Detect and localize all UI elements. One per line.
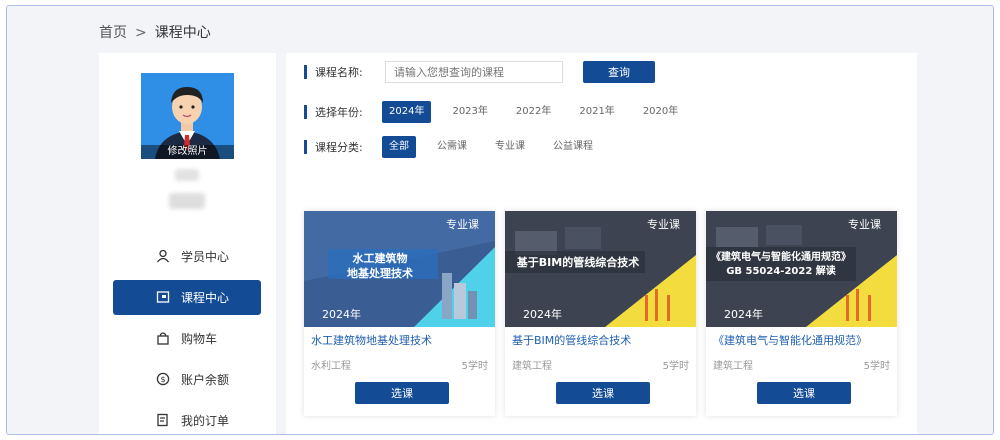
year-option-2020[interactable]: 2020年 [636,101,685,123]
page-frame: 首页 > 课程中心 修改照片 学员中心 课程中心 购物车 $ 账户余额 我的订单… [6,5,994,435]
sidebar-item-label: 我的订单 [181,414,230,428]
course-meta: 建筑工程 5学时 [512,357,689,372]
course-card-list: 专业课 水工建筑物 地基处理技术 2024年 水工建筑物地基处理技术 水利工程 … [304,211,907,416]
breadcrumb-current: 课程中心 [154,25,211,41]
cover-title: 《建筑电气与智能化通用规范》 GB 55024-2022 解读 [711,252,851,277]
course-year: 2024年 [322,308,361,321]
course-category: 建筑工程 [512,361,552,372]
sidebar-item-orders[interactable]: 我的订单 [113,403,261,434]
course-title[interactable]: 水工建筑物地基处理技术 [311,332,432,348]
svg-text:$: $ [160,375,165,384]
order-icon [157,413,168,427]
year-option-2021[interactable]: 2021年 [572,101,621,123]
category-option-all[interactable]: 全部 [382,136,416,158]
course-card[interactable]: 专业课 基于BIM的管线综合技术 2024年 基于BIM的管线综合技术 建筑工程… [505,211,696,416]
category-option-professional[interactable]: 专业课 [488,136,532,158]
user-icon [156,249,170,263]
balance-icon: $ [156,372,170,386]
course-meta: 建筑工程 5学时 [713,357,890,372]
year-filter-row: 选择年份: 2024年 2023年 2022年 2021年 2020年 [304,101,699,123]
course-icon [156,291,170,303]
course-title[interactable]: 《建筑电气与智能化通用规范》 [713,332,867,348]
sidebar-item-label: 学员中心 [181,250,230,264]
blurred-username [175,169,199,181]
course-hours: 5学时 [662,361,689,372]
edit-photo-label[interactable]: 修改照片 [141,145,234,159]
course-year: 2024年 [523,308,562,321]
cart-icon [157,332,169,345]
search-row: 课程名称: 查询 [304,61,655,83]
sidebar: 修改照片 学员中心 课程中心 购物车 $ 账户余额 我的订单 [99,53,276,434]
select-course-button[interactable]: 选课 [757,382,851,404]
course-hours: 5学时 [863,361,890,372]
breadcrumb-home[interactable]: 首页 [99,25,127,41]
course-year: 2024年 [724,308,763,321]
year-option-2023[interactable]: 2023年 [445,101,494,123]
category-filter-row: 课程分类: 全部 公需课 专业课 公益课程 [304,136,614,158]
sidebar-item-balance[interactable]: $ 账户余额 [113,362,261,397]
course-search-input[interactable] [385,61,563,83]
sidebar-item-label: 购物车 [181,332,218,346]
course-card[interactable]: 专业课 水工建筑物 地基处理技术 2024年 水工建筑物地基处理技术 水利工程 … [304,211,495,416]
course-hours: 5学时 [461,361,488,372]
course-category: 建筑工程 [713,361,753,372]
year-option-2024[interactable]: 2024年 [382,101,432,123]
cover-title: 基于BIM的管线综合技术 [516,256,640,269]
category-options: 全部 公需课 专业课 公益课程 [382,136,614,158]
course-title[interactable]: 基于BIM的管线综合技术 [512,332,631,348]
sidebar-item-label: 账户余额 [181,373,230,387]
year-options: 2024年 2023年 2022年 2021年 2020年 [382,101,699,123]
select-course-button[interactable]: 选课 [355,382,449,404]
course-card[interactable]: 专业课 《建筑电气与智能化通用规范》 GB 55024-2022 解读 2024… [706,211,897,416]
course-cover[interactable]: 专业课 水工建筑物 地基处理技术 2024年 [304,211,495,327]
label-accent-bar [304,65,307,79]
breadcrumb-separator: > [135,25,147,41]
blurred-user-info [169,193,205,209]
search-button[interactable]: 查询 [583,61,655,83]
course-tag: 专业课 [848,218,881,231]
sidebar-item-student-center[interactable]: 学员中心 [113,239,261,274]
breadcrumb: 首页 > 课程中心 [99,22,211,42]
course-tag: 专业课 [446,218,479,231]
category-filter-label: 课程分类: [315,141,363,154]
sidebar-item-label: 课程中心 [181,291,230,305]
select-course-button[interactable]: 选课 [556,382,650,404]
category-option-public-required[interactable]: 公需课 [430,136,474,158]
course-tag: 专业课 [647,218,680,231]
course-cover[interactable]: 专业课 基于BIM的管线综合技术 2024年 [505,211,696,327]
category-option-public-welfare[interactable]: 公益课程 [546,136,600,158]
avatar[interactable]: 修改照片 [141,73,234,159]
course-category: 水利工程 [311,361,351,372]
sidebar-menu: 学员中心 课程中心 购物车 $ 账户余额 我的订单 [113,239,261,434]
cover-title: 水工建筑物 地基处理技术 [347,252,413,280]
label-accent-bar [304,140,307,154]
label-accent-bar [304,105,307,119]
year-option-2022[interactable]: 2022年 [509,101,558,123]
course-panel: 课程名称: 查询 选择年份: 2024年 2023年 2022年 2021年 2… [286,53,917,434]
course-cover[interactable]: 专业课 《建筑电气与智能化通用规范》 GB 55024-2022 解读 2024… [706,211,897,327]
sidebar-item-cart[interactable]: 购物车 [113,321,261,356]
search-label: 课程名称: [315,66,363,79]
course-meta: 水利工程 5学时 [311,357,488,372]
year-filter-label: 选择年份: [315,106,363,119]
sidebar-item-course-center[interactable]: 课程中心 [113,280,261,315]
